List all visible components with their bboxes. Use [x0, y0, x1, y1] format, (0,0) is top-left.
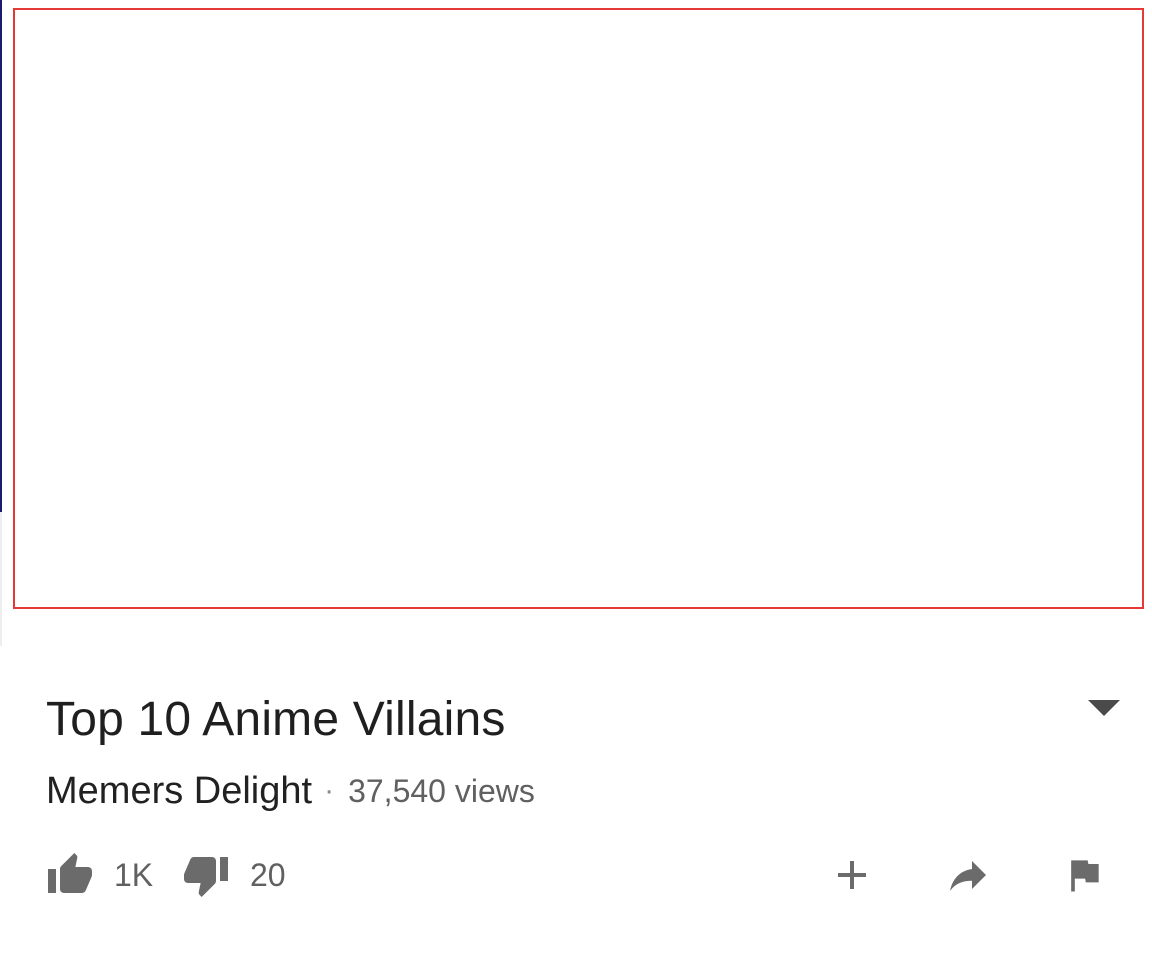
- like-count: 1K: [114, 857, 154, 893]
- like-button[interactable]: 1K: [46, 848, 153, 902]
- video-title: Top 10 Anime Villains: [46, 693, 506, 746]
- share-arrow-icon: [950, 861, 986, 891]
- left-edge-strip: [0, 0, 2, 512]
- meta-separator: ·: [324, 774, 335, 807]
- chevron-down-icon: [1088, 700, 1120, 716]
- dislike-count: 20: [250, 857, 286, 893]
- channel-name[interactable]: Memers Delight: [46, 770, 312, 812]
- share-button[interactable]: [940, 848, 996, 902]
- add-to-playlist-button[interactable]: [828, 848, 876, 902]
- thumbs-down-icon: [184, 857, 228, 897]
- report-button[interactable]: [1062, 848, 1106, 902]
- video-meta-row: Memers Delight · 37,540 views: [46, 766, 535, 816]
- plus-icon: [838, 861, 866, 889]
- expand-description-button[interactable]: [1086, 696, 1122, 720]
- flag-icon: [1071, 860, 1099, 892]
- dislike-button[interactable]: 20: [182, 848, 286, 902]
- left-edge-strip-light: [0, 512, 2, 646]
- view-count: 37,540 views: [348, 773, 535, 809]
- thumbs-up-icon: [48, 853, 92, 893]
- video-watch-page: Top 10 Anime Villains Memers Delight · 37,…: [0, 0, 1152, 961]
- video-title-row: Top 10 Anime Villains: [46, 690, 1126, 750]
- video-player[interactable]: [13, 8, 1144, 609]
- action-bar: 1K 20: [46, 848, 1106, 902]
